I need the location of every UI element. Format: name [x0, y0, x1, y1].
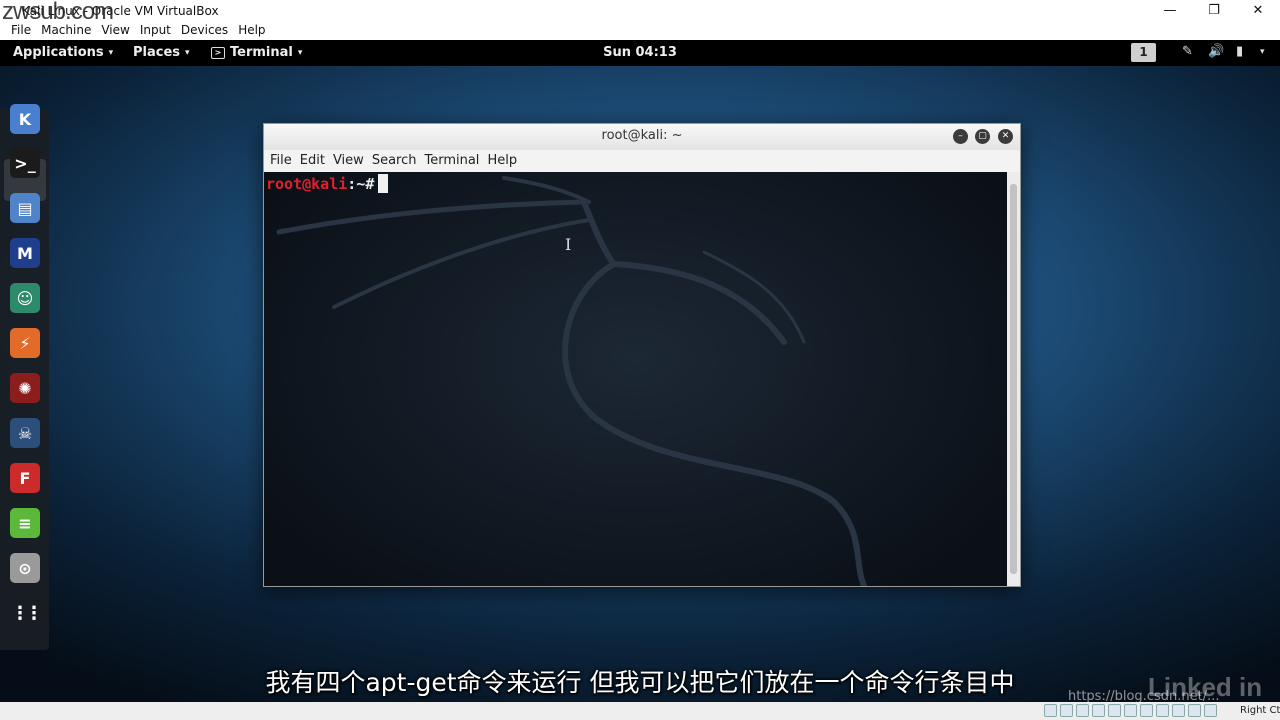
- armitage-icon[interactable]: ☺: [10, 283, 40, 313]
- optical-drive-icon[interactable]: [1060, 704, 1073, 717]
- terminal-menu-terminal[interactable]: Terminal: [420, 150, 483, 172]
- vbox-minimize-button[interactable]: —: [1148, 0, 1192, 22]
- linkedin-watermark: Linked in: [1148, 672, 1263, 702]
- terminal-window: root@kali: ~ – ▢ ✕ File Edit View Search…: [263, 123, 1021, 587]
- terminal-window-title: root@kali: ~: [601, 128, 683, 143]
- terminal-text-area[interactable]: root@kali:~# I: [264, 172, 1007, 586]
- files-icon[interactable]: ▤: [10, 193, 40, 223]
- gnome-top-bar: Applications ▾ Places ▾ > Terminal ▾ Sun…: [0, 40, 1280, 66]
- vbox-menu-machine[interactable]: Machine: [36, 22, 96, 40]
- minimize-icon[interactable]: –: [953, 129, 968, 144]
- display-icon[interactable]: [1140, 704, 1153, 717]
- audio-icon[interactable]: [1076, 704, 1089, 717]
- beef-icon[interactable]: ✺: [10, 373, 40, 403]
- host-key-label: Right Ctrl: [1240, 705, 1280, 716]
- scrollbar-thumb[interactable]: [1010, 184, 1017, 574]
- recording-icon[interactable]: [1156, 704, 1169, 717]
- terminal-titlebar[interactable]: root@kali: ~ – ▢ ✕: [264, 124, 1020, 150]
- metasploit-icon[interactable]: M: [10, 238, 40, 268]
- vbox-window-controls: — ❐ ✕: [1148, 0, 1280, 22]
- kali-dragon-watermark: [276, 176, 867, 586]
- vbox-close-button[interactable]: ✕: [1236, 0, 1280, 22]
- prompt-user: root@kali: [266, 175, 348, 193]
- terminal-menubar: File Edit View Search Terminal Help: [264, 150, 1020, 172]
- ibeam-cursor-icon: I: [565, 235, 572, 254]
- terminal-scrollbar[interactable]: [1007, 172, 1020, 586]
- shared-folders-icon[interactable]: [1124, 704, 1137, 717]
- clock[interactable]: Sun 04:13: [0, 45, 1280, 60]
- vbox-menubar: File Machine View Input Devices Help: [0, 22, 1280, 40]
- vbox-status-icons: [1044, 704, 1217, 717]
- maximize-icon[interactable]: ▢: [975, 129, 990, 144]
- prompt-path: :~#: [347, 175, 375, 193]
- terminal-icon[interactable]: >_: [10, 148, 40, 178]
- terminal-menu-view[interactable]: View: [329, 150, 368, 172]
- vbox-menu-view[interactable]: View: [96, 22, 134, 40]
- screenshot-icon[interactable]: ⊙: [10, 553, 40, 583]
- notes-icon[interactable]: ≡: [10, 508, 40, 538]
- text-cursor: [378, 174, 389, 193]
- terminal-menu-help[interactable]: Help: [483, 150, 521, 172]
- terminal-menu-file[interactable]: File: [266, 150, 296, 172]
- terminal-menu-search[interactable]: Search: [368, 150, 421, 172]
- faraday-icon[interactable]: F: [10, 463, 40, 493]
- hdd-icon[interactable]: [1044, 704, 1057, 717]
- cpu-icon[interactable]: [1172, 704, 1185, 717]
- vbox-menu-devices[interactable]: Devices: [176, 22, 233, 40]
- leafpad-icon[interactable]: ☠: [10, 418, 40, 448]
- network-icon[interactable]: [1092, 704, 1105, 717]
- guest-desktop: Applications ▾ Places ▾ > Terminal ▾ Sun…: [0, 40, 1280, 702]
- show-apps-icon[interactable]: ⋮⋮: [10, 598, 43, 628]
- volume-icon[interactable]: 🔊: [1208, 44, 1224, 59]
- chevron-down-icon[interactable]: ▾: [1260, 47, 1265, 57]
- keyboard-icon[interactable]: [1204, 704, 1217, 717]
- burpsuite-icon[interactable]: ⚡: [10, 328, 40, 358]
- usb-icon[interactable]: [1108, 704, 1121, 717]
- vbox-maximize-button[interactable]: ❐: [1192, 0, 1236, 22]
- dock: K >_ ▤ M ☺ ⚡ ✺ ☠ F ≡ ⊙ ⋮⋮: [0, 104, 49, 650]
- vbox-menu-file[interactable]: File: [6, 22, 36, 40]
- close-icon[interactable]: ✕: [998, 129, 1013, 144]
- vbox-menu-help[interactable]: Help: [233, 22, 270, 40]
- shell-prompt: root@kali:~#: [266, 174, 389, 193]
- battery-icon[interactable]: ▮: [1236, 44, 1243, 59]
- workspace-indicator[interactable]: 1: [1131, 43, 1156, 62]
- terminal-menu-edit[interactable]: Edit: [296, 150, 329, 172]
- vbox-menu-input[interactable]: Input: [135, 22, 176, 40]
- mouse-integration-icon[interactable]: [1188, 704, 1201, 717]
- tools-icon[interactable]: ✎: [1182, 44, 1193, 59]
- vbox-titlebar: Kali Linux - Oracle VM VirtualBox — ❐ ✕: [0, 0, 1280, 22]
- vbox-status-bar: Right Ctrl: [0, 702, 1280, 720]
- kali-menu-icon[interactable]: K: [10, 104, 40, 134]
